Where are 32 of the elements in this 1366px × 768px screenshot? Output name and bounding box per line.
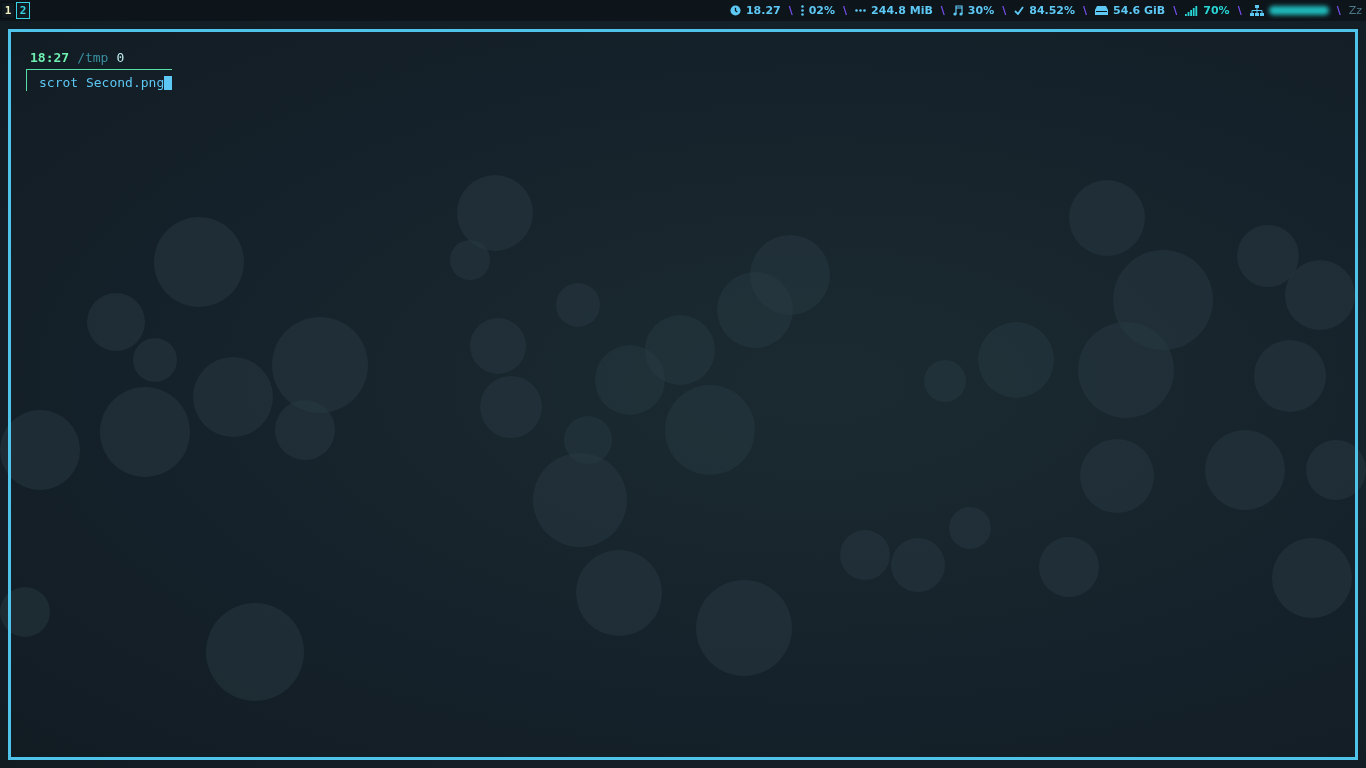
exit-code: 0: [116, 50, 125, 65]
check-icon: [1014, 6, 1025, 15]
dots-horizontal-icon: [855, 9, 867, 12]
idle-indicator: Zz: [1348, 4, 1362, 17]
separator: \: [1002, 4, 1007, 17]
text-cursor: [164, 75, 173, 90]
separator: \: [1336, 4, 1341, 17]
status-text: 02%: [808, 4, 836, 17]
hard-drive-icon: [1095, 6, 1109, 15]
status-text: 70%: [1203, 4, 1230, 17]
separator: \: [788, 4, 793, 17]
workspace-button[interactable]: 1: [1, 2, 15, 19]
status-text: 84.52%: [1029, 4, 1076, 17]
separator: \: [1237, 4, 1242, 17]
command-text: scrot Second.png: [39, 75, 165, 90]
separator: \: [940, 4, 945, 17]
status-text: 18.27: [745, 4, 781, 17]
prompt-time: 18:27: [30, 50, 70, 65]
separator: \: [1173, 4, 1178, 17]
separator: \: [1083, 4, 1088, 17]
music-note-icon: [952, 5, 963, 16]
status-text: 30%: [967, 4, 995, 17]
status-text: 54.6 GiB: [1113, 4, 1166, 17]
signal-bars-icon: [1185, 5, 1199, 16]
clock-icon: [729, 5, 741, 16]
status-text: 244.8 MiB: [871, 4, 933, 17]
prompt-path: /tmp: [77, 50, 109, 65]
dots-vertical-icon: [800, 5, 804, 16]
blurred-network-name: [1268, 6, 1329, 15]
separator: \: [843, 4, 848, 17]
workspace-button[interactable]: 2: [16, 2, 30, 19]
network-icon: [1249, 5, 1264, 16]
